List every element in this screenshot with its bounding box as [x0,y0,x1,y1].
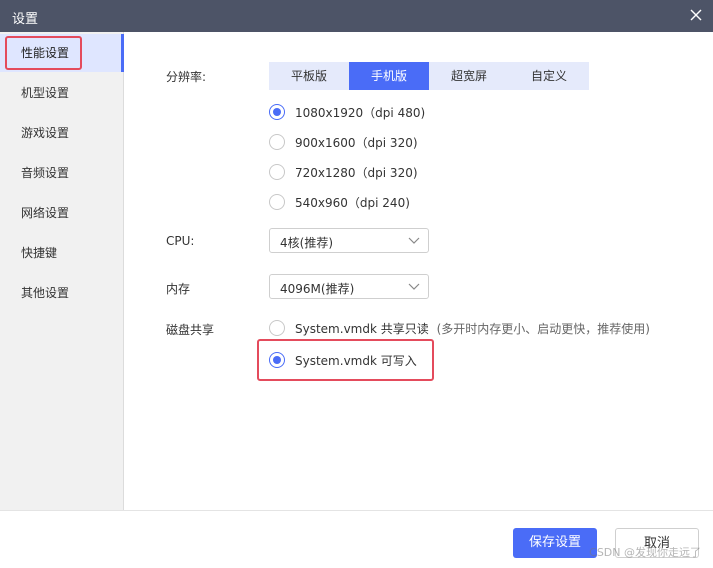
disk-option-writable[interactable]: System.vmdk 可写入 [269,350,417,370]
resolution-option-720[interactable]: 720x1280（dpi 320) [269,162,418,182]
radio-icon[interactable] [269,164,285,180]
memory-value: 4096M(推荐) [280,282,355,296]
title-bar: 设置 [0,0,713,32]
sidebar-item-performance[interactable]: 性能设置 [0,34,124,72]
resolution-option-label: 720x1280（dpi 320) [295,165,418,180]
disk-option-readonly-hint: (多开时内存更小、启动更快，推荐使用) [436,321,650,336]
cpu-label: CPU: [166,234,195,248]
close-icon[interactable] [687,6,705,24]
tab-tablet[interactable]: 平板版 [269,62,349,90]
resolution-option-540[interactable]: 540x960（dpi 240) [269,192,410,212]
chevron-down-icon [408,237,420,244]
memory-select[interactable]: 4096M(推荐) [269,274,429,299]
resolution-option-1080[interactable]: 1080x1920（dpi 480) [269,102,425,122]
save-button[interactable]: 保存设置 [513,528,597,558]
radio-selected-icon[interactable] [269,104,285,120]
chevron-down-icon [408,283,420,290]
disk-option-readonly-label: System.vmdk 共享只读 [295,321,429,336]
sidebar-item-other[interactable]: 其他设置 [0,274,124,312]
sidebar: 性能设置 机型设置 游戏设置 音频设置 网络设置 快捷键 其他设置 [0,32,124,510]
resolution-option-label: 540x960（dpi 240) [295,195,410,210]
resolution-option-900[interactable]: 900x1600（dpi 320) [269,132,418,152]
tab-ultrawide[interactable]: 超宽屏 [429,62,509,90]
resolution-option-label: 900x1600（dpi 320) [295,135,418,150]
resolution-tabs: 平板版 手机版 超宽屏 自定义 [269,62,589,90]
sidebar-item-network[interactable]: 网络设置 [0,194,124,232]
disk-option-label: System.vmdk 共享只读 (多开时内存更小、启动更快，推荐使用) [295,320,650,337]
radio-icon[interactable] [269,320,285,336]
tab-custom[interactable]: 自定义 [509,62,589,90]
resolution-option-label: 1080x1920（dpi 480) [295,105,426,120]
window-title: 设置 [12,12,39,27]
sidebar-item-audio[interactable]: 音频设置 [0,154,124,192]
tab-phone[interactable]: 手机版 [349,62,429,90]
sidebar-item-game[interactable]: 游戏设置 [0,114,124,152]
watermark: CSDN @发现你走远了 [589,546,701,559]
disk-option-writable-label: System.vmdk 可写入 [295,353,417,368]
radio-selected-icon[interactable] [269,352,285,368]
disk-share-label: 磁盘共享 [166,323,215,337]
disk-option-readonly[interactable]: System.vmdk 共享只读 (多开时内存更小、启动更快，推荐使用) [269,318,650,338]
cpu-select[interactable]: 4核(推荐) [269,228,429,253]
memory-label: 内存 [166,282,191,296]
cpu-value: 4核(推荐) [280,236,333,250]
sidebar-item-model[interactable]: 机型设置 [0,74,124,112]
sidebar-item-shortcuts[interactable]: 快捷键 [0,234,124,272]
radio-icon[interactable] [269,194,285,210]
radio-icon[interactable] [269,134,285,150]
resolution-label: 分辨率: [166,70,207,84]
